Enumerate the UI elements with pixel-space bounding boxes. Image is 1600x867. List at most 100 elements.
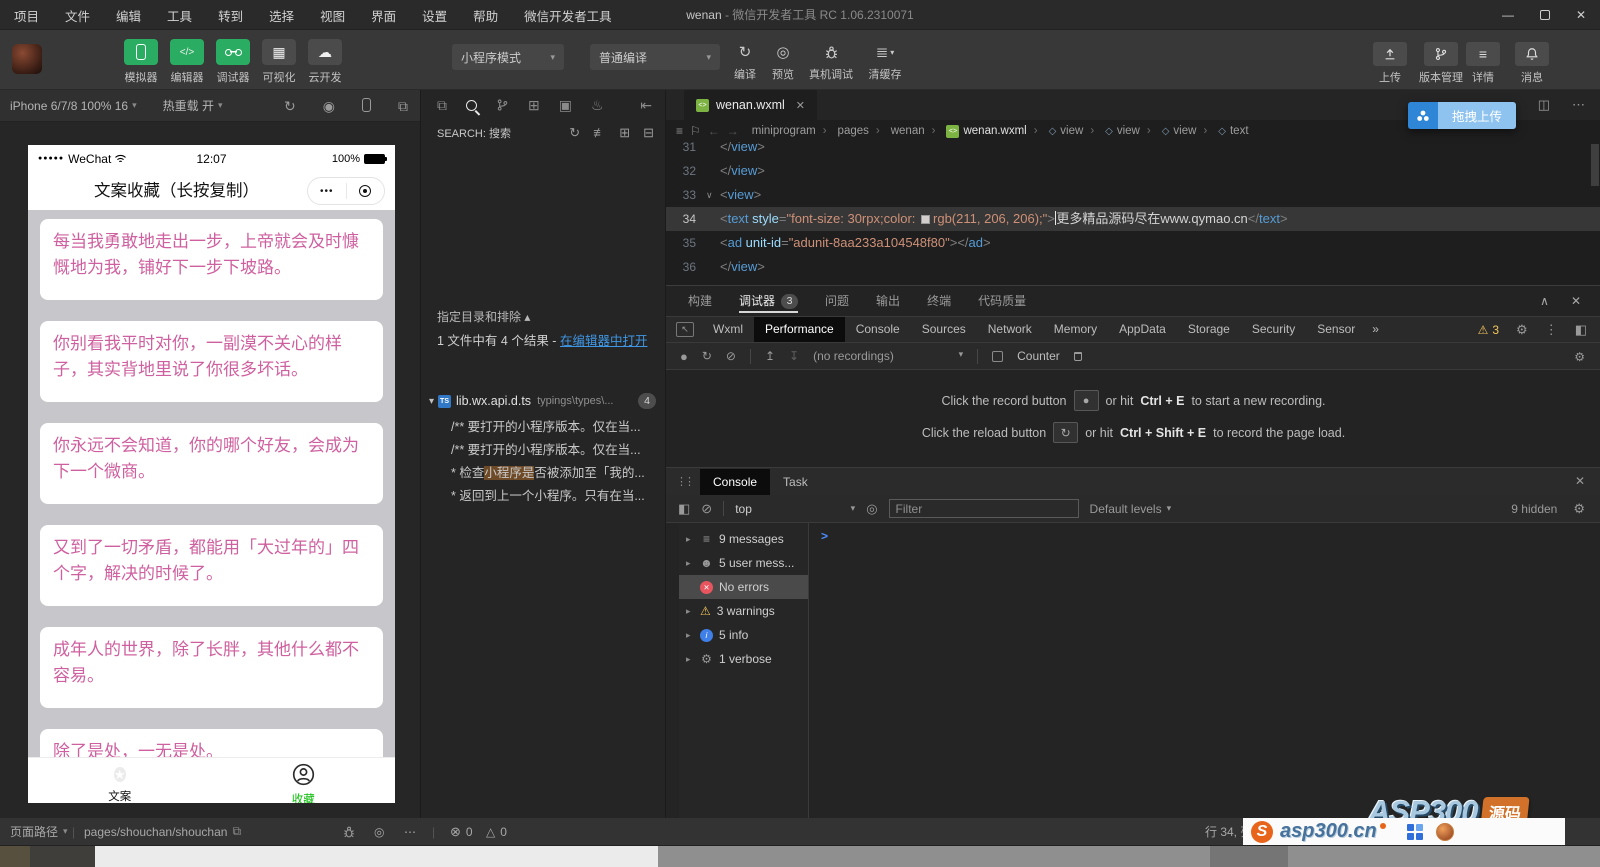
more-actions-icon[interactable]: ⋯ [1572, 97, 1585, 113]
outline-icon[interactable]: ≡ [676, 124, 683, 138]
quote-card[interactable]: 除了是处，一无是处。 [40, 729, 383, 757]
tab-debugger[interactable]: 调试器3 [739, 286, 798, 316]
tab-code-quality[interactable]: 代码质量 [978, 286, 1026, 316]
clear-results-icon[interactable]: ≢ [593, 125, 606, 141]
code-line[interactable]: 32</view> [666, 159, 1600, 183]
reload-record-icon[interactable]: ↻ [702, 349, 712, 363]
collapse-sidebar-icon[interactable]: ⇤ [640, 97, 666, 114]
devtab-performance[interactable]: Performance [754, 317, 845, 342]
eye-icon[interactable]: ◎ [374, 818, 384, 845]
crumb-view[interactable]: ◇view [1034, 125, 1084, 137]
stop-icon[interactable]: ◉ [323, 98, 335, 115]
code-line[interactable]: 34<text style="font-size: 30rpx;color: r… [666, 207, 1600, 231]
crumb-text[interactable]: ◇text [1203, 125, 1248, 137]
files-icon[interactable]: ⧉ [437, 97, 447, 114]
quote-card[interactable]: 你永远不会知道，你的哪个好友，会成为下一个微商。 [40, 423, 383, 504]
search-result[interactable]: * 检查小程序是否被添加至「我的... [421, 462, 666, 485]
search-options-toggle[interactable]: 指定目录和排除 ▴ [437, 308, 530, 325]
warning-count[interactable]: △0 [486, 818, 507, 845]
perf-settings-icon[interactable]: ⚙ [1574, 350, 1585, 364]
inspect-icon[interactable]: ↖ [676, 322, 694, 337]
devtab-console[interactable]: Console [845, 317, 911, 342]
details-button[interactable]: ≡ 详情 [1461, 42, 1505, 85]
search-icon[interactable] [466, 100, 477, 111]
clear-icon[interactable]: ⊘ [726, 349, 736, 363]
task-tab[interactable]: Task [770, 469, 821, 495]
quote-card[interactable]: 成年人的世界，除了长胖，其他什么都不容易。 [40, 627, 383, 708]
maximize-button[interactable] [1540, 10, 1550, 20]
editor-scrollbar[interactable] [1591, 144, 1599, 283]
menu-goto[interactable]: 转到 [218, 6, 243, 25]
menu-file[interactable]: 文件 [65, 6, 90, 25]
clear-cache-button[interactable]: ≣▾ 清缓存 [862, 40, 908, 82]
upload-button[interactable]: 上传 [1368, 42, 1412, 85]
eye-icon[interactable]: ◎ [866, 501, 877, 517]
bug-icon[interactable] [342, 818, 356, 845]
crumb-view[interactable]: ◇view [1090, 125, 1140, 137]
search-result[interactable]: /** 要打开的小程序版本。仅在当... [421, 439, 666, 462]
page-path-value[interactable]: pages/shouchan/shouchan ⧉ [84, 818, 241, 845]
search-result[interactable]: * 返回到上一个小程序。只有在当... [421, 485, 666, 508]
counter-checkbox[interactable] [992, 351, 1003, 362]
toolbar-toggle-visualization[interactable]: ▦ 可视化 [256, 39, 302, 85]
search-result[interactable]: /** 要打开的小程序版本。仅在当... [421, 416, 666, 439]
devtools-menu-icon[interactable]: ⋮ [1545, 322, 1558, 338]
devtab-network[interactable]: Network [977, 317, 1043, 342]
more-icon[interactable]: ⋯ [404, 818, 416, 845]
filter-errors[interactable]: ✕No errors [679, 575, 808, 599]
drag-handle-icon[interactable]: ⋮⋮ [676, 475, 692, 488]
warnings-badge[interactable]: ⚠3 [1478, 323, 1499, 337]
save-profile-icon[interactable]: ↧ [789, 349, 799, 363]
refresh-icon[interactable]: ↻ [569, 125, 580, 141]
filter-info[interactable]: ▸i5 info [679, 623, 808, 647]
toolbar-toggle-debugger[interactable]: 调试器 [210, 39, 256, 85]
filter-input[interactable] [889, 499, 1079, 518]
clear-console-icon[interactable]: ⊘ [701, 501, 712, 517]
bookmark-icon[interactable]: ⚐ [690, 124, 701, 138]
minimize-button[interactable]: — [1502, 8, 1514, 22]
toolbar-toggle-simulator[interactable]: 模拟器 [118, 39, 164, 85]
context-select[interactable]: top▾ [735, 502, 855, 516]
extensions-icon[interactable]: ⊞ [528, 97, 540, 114]
compile-button[interactable]: ↻ 编译 [728, 40, 762, 82]
menu-interface[interactable]: 界面 [371, 6, 396, 25]
crumb-miniprogram[interactable]: miniprogram [752, 125, 816, 137]
record-icon[interactable]: ● [680, 349, 688, 364]
devtools-settings-icon[interactable]: ⚙ [1516, 322, 1528, 338]
menu-project[interactable]: 项目 [14, 6, 39, 25]
error-count[interactable]: ⊗0 [450, 818, 473, 845]
device-select[interactable]: iPhone 6/7/8 100% 16▾ [10, 99, 137, 113]
tab-wenan-wxml[interactable]: <> wenan.wxml ✕ [684, 90, 817, 120]
rotate-icon[interactable]: ↻ [284, 98, 296, 115]
collapse-all-icon[interactable]: ⊟ [643, 125, 654, 141]
toolbar-toggle-editor[interactable]: </> 编辑器 [164, 39, 210, 85]
console-sidebar-toggle-icon[interactable]: ◧ [678, 501, 690, 517]
quote-card[interactable]: 又到了一切矛盾，都能用「大过年的」四个字，解决的时候了。 [40, 525, 383, 606]
close-miniprogram-button[interactable] [347, 178, 385, 204]
devtab-memory[interactable]: Memory [1043, 317, 1108, 342]
devtab-security[interactable]: Security [1241, 317, 1306, 342]
filter-user-messages[interactable]: ▸☻5 user mess... [679, 551, 808, 575]
crumb-wenan[interactable]: wenan [876, 125, 925, 137]
code-line[interactable]: 35<ad unit-id="adunit-8aa233a104548f80">… [666, 231, 1600, 255]
code-editor[interactable]: 31</view>32</view>33∨<view>34<text style… [666, 142, 1600, 285]
remote-debug-button[interactable]: 真机调试 [804, 40, 858, 82]
tab-problems[interactable]: 问题 [825, 286, 849, 316]
close-tab-icon[interactable]: ✕ [796, 99, 805, 112]
filter-warnings[interactable]: ▸⚠3 warnings [679, 599, 808, 623]
code-line[interactable]: 31</view> [666, 142, 1600, 159]
open-search-editor-icon[interactable]: ⊞ [619, 125, 630, 141]
window-icon[interactable]: ▣ [559, 97, 572, 114]
split-editor-icon[interactable]: ◫ [1538, 97, 1550, 113]
more-menu-button[interactable]: ••• [308, 178, 346, 204]
recordings-select[interactable]: (no recordings)▾ [813, 349, 963, 363]
phone-frame-icon[interactable] [362, 98, 371, 115]
dock-side-icon[interactable]: ◧ [1575, 322, 1587, 338]
tab-output[interactable]: 输出 [876, 286, 900, 316]
menu-tools[interactable]: 工具 [167, 6, 192, 25]
close-panel-icon[interactable]: ✕ [1571, 294, 1581, 308]
page-path-select[interactable]: 页面路径▾ [10, 818, 68, 845]
devtab-sensor[interactable]: Sensor [1306, 317, 1366, 342]
trash-icon[interactable] [1074, 352, 1082, 361]
crumb-view[interactable]: ◇view [1147, 125, 1197, 137]
